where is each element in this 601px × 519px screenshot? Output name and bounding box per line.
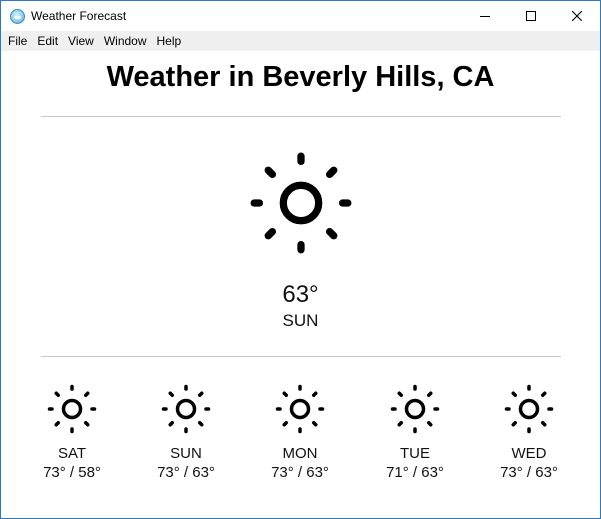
minimize-icon: [480, 16, 490, 17]
forecast-temp-range: 73° / 58°: [43, 464, 101, 481]
sun-icon: [275, 384, 325, 434]
forecast-day-name: SUN: [170, 445, 202, 462]
app-window: Weather Forecast File Edit View Window H…: [0, 0, 601, 519]
forecast-day: SAT 73° / 58°: [22, 384, 122, 482]
sun-icon: [161, 384, 211, 434]
main-content: Weather in Beverly Hills, CA 63° SUN SAT…: [1, 51, 600, 518]
current-day: SUN: [282, 311, 319, 330]
minimize-button[interactable]: [462, 1, 508, 31]
menu-edit[interactable]: Edit: [32, 31, 63, 51]
forecast-day-name: WED: [511, 445, 547, 462]
forecast-row: SAT 73° / 58° SUN 73° / 63° MON 73° / 63…: [1, 384, 600, 494]
sun-icon: [47, 384, 97, 434]
bottom-divider: [41, 356, 561, 357]
menu-window[interactable]: Window: [99, 31, 152, 51]
forecast-day-name: MON: [282, 445, 318, 462]
app-icon: [10, 9, 25, 24]
sun-icon: [250, 152, 351, 254]
close-icon: [572, 11, 582, 21]
forecast-temp-range: 73° / 63°: [500, 464, 558, 481]
page-title: Weather in Beverly Hills, CA: [106, 61, 495, 93]
current-temperature: 63°: [282, 281, 319, 308]
close-button[interactable]: [554, 1, 600, 31]
window-controls: [462, 1, 600, 31]
current-conditions: 63° SUN: [1, 151, 600, 331]
menu-file[interactable]: File: [3, 31, 32, 51]
top-divider: [41, 116, 561, 117]
window-title: Weather Forecast: [31, 9, 127, 23]
forecast-day-name: TUE: [400, 445, 430, 462]
title-bar[interactable]: Weather Forecast: [1, 1, 600, 31]
forecast-day: TUE 71° / 63°: [365, 384, 465, 482]
forecast-day-name: SAT: [57, 445, 87, 462]
sun-icon: [504, 384, 554, 434]
menu-view[interactable]: View: [63, 31, 99, 51]
forecast-day: SUN 73° / 63°: [136, 384, 236, 482]
forecast-temp-range: 71° / 63°: [386, 464, 444, 481]
maximize-button[interactable]: [508, 1, 554, 31]
sun-icon: [390, 384, 440, 434]
forecast-day: MON 73° / 63°: [250, 384, 350, 482]
menu-help[interactable]: Help: [152, 31, 187, 51]
forecast-temp-range: 73° / 63°: [271, 464, 329, 481]
forecast-temp-range: 73° / 63°: [157, 464, 215, 481]
menu-bar: File Edit View Window Help: [1, 31, 600, 51]
forecast-day: WED 73° / 63°: [479, 384, 579, 482]
maximize-icon: [526, 11, 536, 21]
